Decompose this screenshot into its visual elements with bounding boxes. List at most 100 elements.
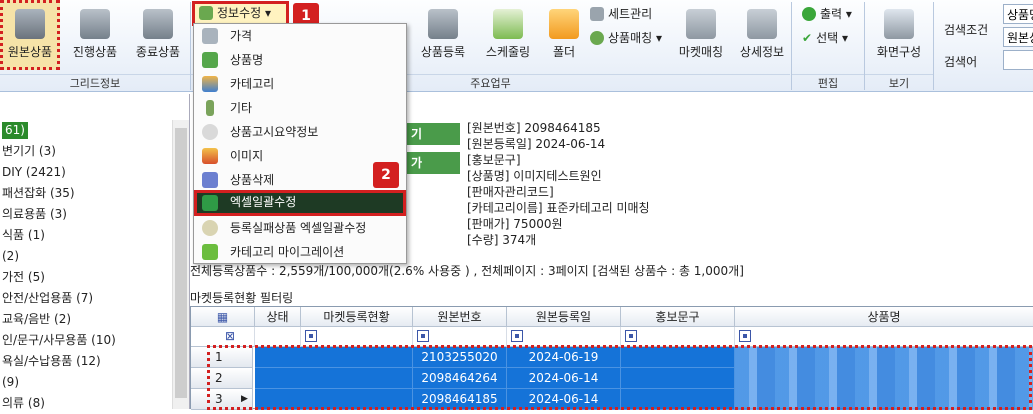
ended-products-label: 종료상품 [135, 45, 181, 59]
name-icon [202, 52, 218, 68]
tree-item[interactable]: 의류 (8) [0, 393, 189, 414]
tree-item[interactable]: 의료용품 (3) [0, 204, 189, 225]
chevron-down-icon: ▾ [845, 7, 852, 21]
menu-item-product-name[interactable]: 상품명 [194, 48, 406, 72]
print-label: 출력 [820, 7, 843, 21]
product-info-box: [원본번호] 2098464185 [원본등록일] 2024-06-14 [홍보… [467, 120, 650, 248]
register-product-label: 상품등록 [420, 45, 466, 59]
tree-item[interactable]: DIY (2421) [0, 162, 189, 183]
product-grid: ▦ 상태 마켓등록현황 원본번호 원본등록일 홍보문구 상품명 ⊠ 1 2103… [190, 306, 1033, 410]
tree-item[interactable]: 61) [0, 120, 189, 141]
delete-icon [202, 172, 218, 188]
menu-item-category-migration[interactable]: 카테고리 마이그레이션 [194, 240, 406, 264]
tree-item[interactable]: 패션잡화 (35) [0, 183, 189, 204]
scroll-thumb[interactable] [175, 128, 187, 398]
product-match-button[interactable]: 상품매칭 ▾ [590, 28, 662, 48]
detail-info-label: 상세정보 [739, 45, 785, 59]
filter-product-name[interactable] [735, 327, 1033, 347]
folder-button[interactable]: 폴더 [544, 0, 584, 70]
table-row[interactable]: 1 2103255020 2024-06-19 [191, 347, 1033, 368]
tree-scrollbar[interactable] [172, 120, 189, 409]
search-keyword-input[interactable] [1003, 50, 1033, 70]
menu-item-etc[interactable]: 기타 [194, 96, 406, 120]
migration-icon [202, 244, 218, 260]
view-group-label: 보기 [865, 74, 933, 91]
tree-item[interactable]: 교육/음반 (2) [0, 309, 189, 330]
edit-info-menu: 가격 상품명 카테고리 기타 상품고시요약정보 이미지 상품삭제 엑셀일괄수정 … [193, 23, 407, 264]
cell-product-name-blurred [735, 389, 1033, 410]
search-icon [202, 124, 218, 140]
chevron-down-icon: ▾ [265, 6, 272, 20]
active-products-button[interactable]: 진행상품 [66, 0, 124, 70]
tree-item[interactable]: 안전/산업용품 (7) [0, 288, 189, 309]
cell-original-date: 2024-06-14 [507, 368, 621, 389]
register-product-button[interactable]: 상품등록 [414, 0, 472, 70]
search-condition-select-2[interactable] [1003, 27, 1033, 47]
chevron-down-icon: ▾ [656, 31, 663, 45]
filter-market-status[interactable] [301, 327, 413, 347]
set-icon [590, 7, 604, 21]
col-header-market-status[interactable]: 마켓등록현황 [301, 307, 413, 327]
tree-item[interactable]: 변기기 (3) [0, 141, 189, 162]
tree-item[interactable]: 식품 (1) [0, 225, 189, 246]
info-action-button-2[interactable]: 가 [405, 152, 460, 174]
menu-item-failed-excel-edit[interactable]: 등록실패상품 엑셀일괄수정 [194, 216, 406, 240]
category-icon [202, 76, 218, 92]
filter-status[interactable] [255, 327, 301, 347]
row-pointer-icon: ▶ [241, 394, 248, 404]
filter-original-date[interactable] [507, 327, 621, 347]
filter-corner[interactable]: ⊠ [191, 327, 255, 347]
col-header-original-id[interactable]: 원본번호 [413, 307, 507, 327]
table-row[interactable]: 3 ▶ 2098464185 2024-06-14 [191, 389, 1033, 410]
brush-icon [206, 100, 214, 116]
set-manage-button[interactable]: 세트관리 [590, 4, 652, 24]
info-line: [카테고리이름] 표준카테고리 미매칭 [467, 201, 650, 215]
search-condition-select[interactable] [1003, 4, 1033, 24]
scheduling-button[interactable]: 스케줄링 [478, 0, 538, 70]
tree-item[interactable]: 가전 (5) [0, 267, 189, 288]
select-button[interactable]: ✔ 선택 ▾ [802, 28, 848, 48]
bulb-icon [202, 220, 218, 236]
info-action-button-1[interactable]: 기 [405, 123, 460, 145]
table-row[interactable]: 2 2098464264 2024-06-14 [191, 368, 1033, 389]
tree-item[interactable]: (9) [0, 372, 189, 393]
menu-item-notice-summary[interactable]: 상품고시요약정보 [194, 120, 406, 144]
select-label: 선택 [816, 31, 839, 45]
filter-original-id[interactable] [413, 327, 507, 347]
tree-item[interactable]: 욕실/수납용품 (12) [0, 351, 189, 372]
info-line: [상품명] 이미지테스트원인 [467, 169, 602, 183]
filter-clear-icon: ⊠ [225, 329, 236, 343]
market-match-icon [686, 9, 716, 39]
folder-label: 폴더 [552, 45, 576, 59]
screen-layout-label: 화면구성 [876, 45, 922, 59]
menu-item-category[interactable]: 카테고리 [194, 72, 406, 96]
ended-products-button[interactable]: 종료상품 [128, 0, 188, 70]
filter-icon [625, 330, 637, 342]
bag-icon [15, 9, 45, 39]
grid-info-group-label: 그리드정보 [0, 74, 190, 91]
cell-original-id: 2098464264 [413, 368, 507, 389]
tree-item[interactable]: (2) [0, 246, 189, 267]
edit-info-label: 정보수정 [217, 6, 262, 20]
tree-item[interactable]: 인/문구/사무용품 (10) [0, 330, 189, 351]
market-filter-label: 마켓등록현황 필터링 [190, 291, 294, 305]
menu-item-price[interactable]: 가격 [194, 24, 406, 48]
screen-layout-button[interactable]: 화면구성 [868, 0, 930, 70]
detail-info-button[interactable]: 상세정보 [736, 0, 788, 70]
menu-item-excel-bulk-edit[interactable]: 엑셀일괄수정 [194, 190, 406, 216]
print-button[interactable]: 출력 ▾ [802, 4, 852, 24]
col-header-promo[interactable]: 홍보문구 [621, 307, 735, 327]
col-header-product-name[interactable]: 상품명 [735, 307, 1033, 327]
cell-status [255, 368, 413, 389]
info-line: [판매자관리코드] [467, 185, 554, 199]
edit-doc-icon [199, 6, 213, 20]
original-products-button[interactable]: 원본상품 [0, 0, 60, 70]
grid-corner[interactable]: ▦ [191, 307, 255, 327]
row-number: 1 [191, 347, 253, 368]
info-line: [판매가] 75000원 [467, 217, 563, 231]
step-badge-2: 2 [373, 162, 399, 188]
col-header-status[interactable]: 상태 [255, 307, 301, 327]
market-match-button[interactable]: 마켓매칭 [672, 0, 730, 70]
col-header-original-date[interactable]: 원본등록일 [507, 307, 621, 327]
filter-promo[interactable] [621, 327, 735, 347]
